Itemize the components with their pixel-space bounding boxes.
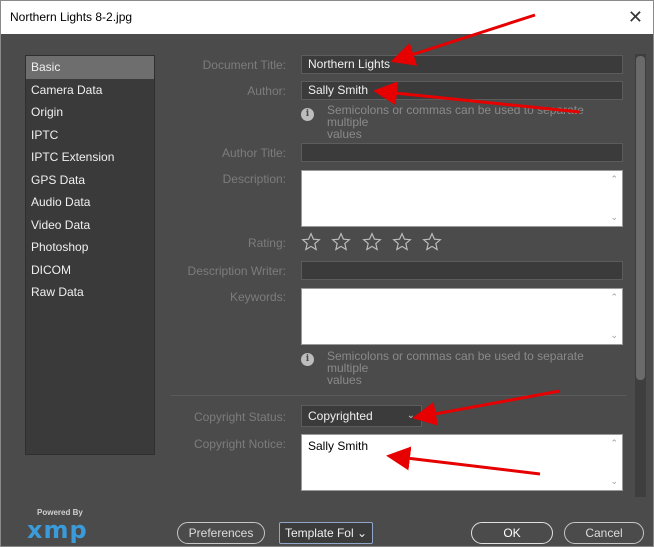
star-outline-icon[interactable]: [331, 232, 352, 252]
author-title-label: Author Title:: [221, 146, 286, 160]
description-label: Description:: [222, 172, 286, 186]
sidebar-item-dicom[interactable]: DICOM: [26, 259, 154, 282]
copyright-status-value: Copyrighted: [308, 409, 373, 423]
info-icon: i: [301, 353, 314, 366]
sidebar-item-iptc-extension[interactable]: IPTC Extension: [26, 146, 154, 169]
ok-button[interactable]: OK: [471, 522, 553, 544]
sidebar-item-origin[interactable]: Origin: [26, 101, 154, 124]
author-field[interactable]: Sally Smith: [301, 81, 623, 100]
copyright-status-select[interactable]: Copyrighted ⌄: [301, 405, 422, 427]
template-folder-button[interactable]: Template Fol ⌄: [279, 522, 373, 544]
scroll-up-icon[interactable]: ⌃: [610, 438, 618, 449]
author-label: Author:: [247, 84, 286, 98]
sidebar-item-audio-data[interactable]: Audio Data: [26, 191, 154, 214]
description-textarea[interactable]: ⌃ ⌄: [301, 170, 623, 227]
document-title-field[interactable]: Northern Lights: [301, 55, 623, 74]
description-writer-label: Description Writer:: [187, 264, 286, 278]
author-title-field[interactable]: [301, 143, 623, 162]
file-info-dialog: Basic Camera Data Origin IPTC IPTC Exten…: [0, 34, 654, 547]
scroll-down-icon[interactable]: ⌄: [610, 476, 618, 487]
keywords-textarea[interactable]: ⌃ ⌄: [301, 288, 623, 345]
close-icon[interactable]: ✕: [628, 7, 643, 27]
star-outline-icon[interactable]: [392, 232, 412, 252]
sidebar-item-video-data[interactable]: Video Data: [26, 214, 154, 237]
description-writer-field[interactable]: [301, 261, 623, 280]
copyright-notice-textarea[interactable]: Sally Smith ⌃ ⌄: [301, 434, 623, 491]
title-bar: Northern Lights 8-2.jpg ✕: [0, 0, 654, 34]
scrollbar-thumb[interactable]: [636, 56, 645, 380]
star-outline-icon[interactable]: [422, 232, 443, 252]
window-title: Northern Lights 8-2.jpg: [10, 10, 133, 24]
author-hint: Semicolons or commas can be used to sepa…: [327, 103, 584, 141]
section-divider: [171, 395, 626, 396]
sidebar-item-gps-data[interactable]: GPS Data: [26, 169, 154, 192]
template-folder-label: Template Fol: [284, 526, 354, 540]
chevron-down-icon: ⌄: [406, 410, 415, 421]
sidebar-item-camera-data[interactable]: Camera Data: [26, 79, 154, 102]
chevron-down-icon: ⌄: [353, 526, 368, 540]
panel-scrollbar[interactable]: [635, 54, 646, 497]
xmp-logo: xmp: [27, 516, 88, 544]
scroll-down-icon[interactable]: ⌄: [610, 330, 618, 341]
scroll-up-icon[interactable]: ⌃: [610, 292, 618, 303]
rating-stars: [301, 232, 449, 255]
cancel-button[interactable]: Cancel: [564, 522, 644, 544]
star-outline-icon[interactable]: [301, 232, 321, 252]
copyright-status-label: Copyright Status:: [193, 410, 286, 424]
category-sidebar: Basic Camera Data Origin IPTC IPTC Exten…: [25, 55, 155, 455]
copyright-notice-value: Sally Smith: [308, 439, 369, 453]
copyright-notice-label: Copyright Notice:: [193, 437, 286, 451]
scroll-up-icon[interactable]: ⌃: [610, 174, 618, 185]
scroll-down-icon[interactable]: ⌄: [610, 212, 618, 223]
keywords-label: Keywords:: [229, 290, 286, 304]
preferences-button[interactable]: Preferences: [177, 522, 265, 544]
rating-label: Rating:: [247, 236, 286, 250]
sidebar-item-basic[interactable]: Basic: [26, 56, 154, 79]
sidebar-item-photoshop[interactable]: Photoshop: [26, 236, 154, 259]
info-icon: i: [301, 108, 314, 121]
sidebar-item-iptc[interactable]: IPTC: [26, 124, 154, 147]
star-outline-icon[interactable]: [361, 232, 382, 252]
sidebar-item-raw-data[interactable]: Raw Data: [26, 281, 154, 304]
keywords-hint: Semicolons or commas can be used to sepa…: [327, 349, 584, 387]
document-title-label: Document Title:: [202, 58, 286, 72]
